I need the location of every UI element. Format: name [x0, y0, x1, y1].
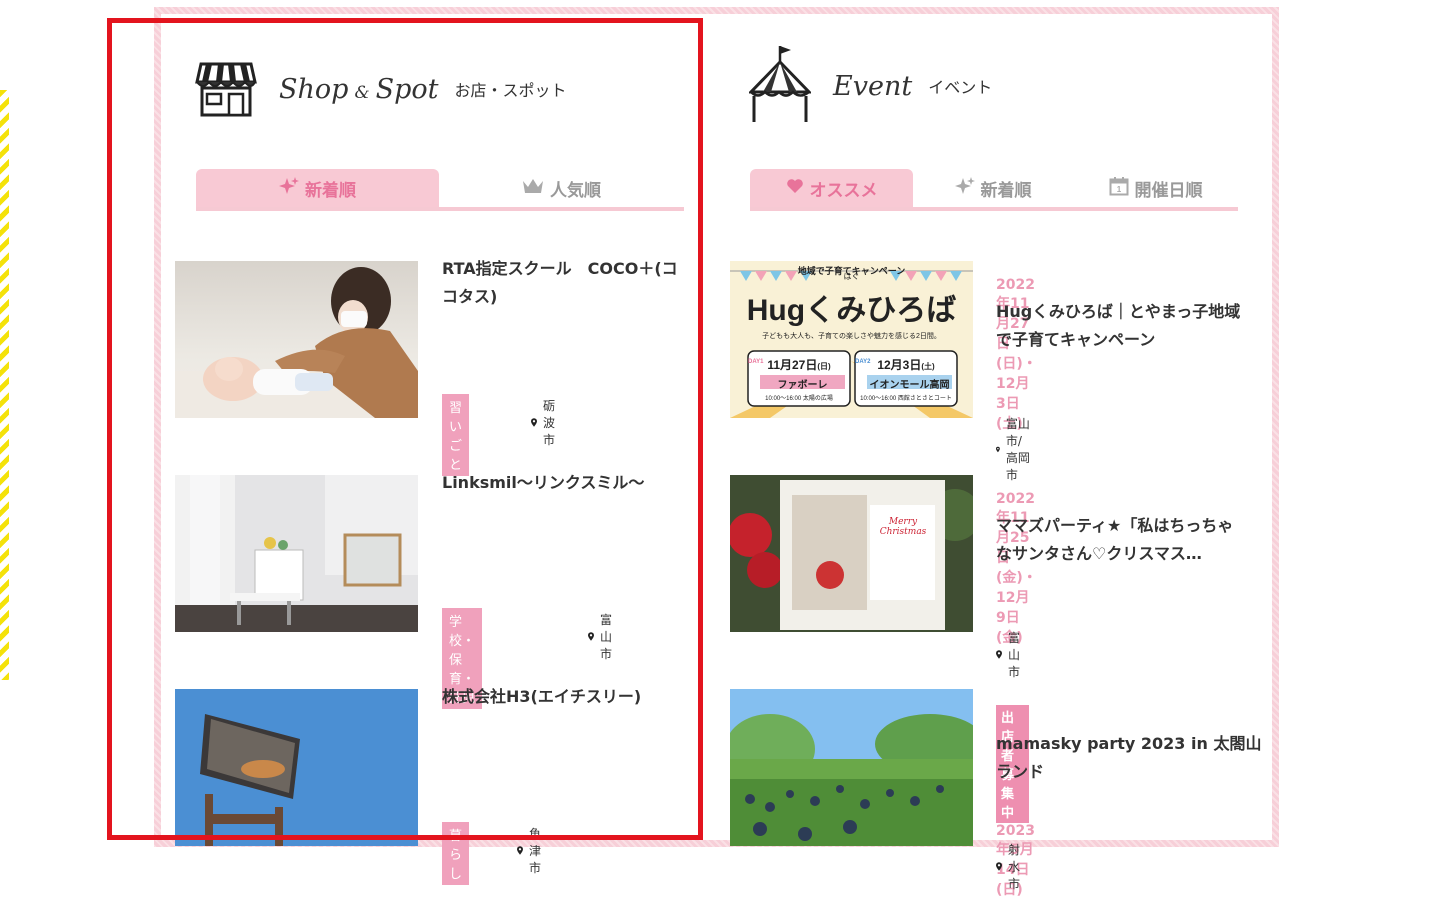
event-item-title[interactable]: ママズパーティ★「私はちっちゃなサンタさん♡クリスマス… [996, 512, 1246, 568]
location: 射水市 [996, 841, 1026, 892]
calendar-icon: 1 [1109, 176, 1129, 201]
category-tag[interactable]: 習いごと [442, 394, 470, 476]
event-item-title[interactable]: Hugくみひろば｜とやまっ子地域で子育てキャンペーン [996, 298, 1246, 354]
svg-text:1: 1 [1116, 185, 1121, 194]
shop-heading: Shop & Spot お店・スポット [195, 56, 566, 122]
sparkle-icon [279, 176, 299, 201]
event-item-title[interactable]: mamasky party 2023 in 太閤山ランド [996, 730, 1262, 786]
tab-label: 新着順 [980, 180, 1032, 201]
map-pin-icon [996, 446, 1000, 452]
map-pin-icon [996, 862, 1002, 871]
poster-card-text: Merry Christmas [879, 517, 927, 537]
tent-icon [747, 44, 813, 128]
event-heading: Event イベント [747, 44, 993, 128]
shop-item-title[interactable]: RTA指定スクール COCO＋(ココタス) [442, 255, 692, 311]
heart-icon [786, 178, 804, 199]
map-pin-icon [588, 632, 594, 641]
tab-label: 人気順 [550, 180, 601, 201]
shop-title-en: Shop & Spot [279, 73, 439, 105]
location-text: 射水市 [1008, 843, 1021, 891]
location-text: 富山市 [1008, 631, 1021, 679]
tab-shop-newest[interactable]: 新着順 [196, 169, 439, 207]
shop-thumbnail[interactable] [175, 689, 418, 846]
location: 富山市 [588, 611, 618, 662]
shop-thumbnail[interactable] [175, 261, 418, 418]
tab-label: 開催日順 [1134, 180, 1203, 201]
event-poster-text: 地域で子育てキャンペーン はぐ Hugくみひろば 子どもも大人も、子育ての楽しさ… [746, 266, 957, 402]
event-thumbnail[interactable]: Merry Christmas [730, 475, 973, 632]
shop-thumbnail[interactable] [175, 475, 418, 632]
map-pin-icon [517, 846, 523, 855]
location: 魚津市 [517, 825, 547, 876]
event-thumbnail[interactable] [730, 689, 973, 846]
content-frame: Shop & Spot お店・スポット 新着順 人気順 RTA指定スクール CO… [154, 7, 1279, 898]
location-text: 富山市 [600, 613, 613, 661]
shop-title-jp: お店・スポット [454, 81, 567, 100]
map-pin-icon [996, 650, 1002, 659]
event-tabs: オススメ 新着順 1 開催日順 [750, 169, 1238, 211]
location-text: 富山市/高岡市 [1005, 417, 1030, 482]
decorative-stripes [0, 90, 9, 680]
event-title-en: Event [833, 70, 913, 102]
tab-event-by-date[interactable]: 1 開催日順 [1073, 169, 1238, 207]
event-title-jp: イベント [928, 78, 993, 97]
tab-event-recommended[interactable]: オススメ [750, 169, 913, 207]
tab-event-newest[interactable]: 新着順 [913, 169, 1073, 207]
map-pin-icon [531, 418, 537, 427]
location: 富山市/高岡市 [996, 415, 1030, 483]
sparkle-icon [954, 176, 975, 201]
tab-shop-popular[interactable]: 人気順 [439, 169, 684, 207]
shop-item-title[interactable]: 株式会社H3(エイチスリー) [442, 683, 692, 711]
tab-label: オススメ [809, 180, 878, 201]
shop-tabs: 新着順 人気順 [196, 169, 684, 211]
location-text: 魚津市 [529, 827, 542, 875]
category-tag[interactable]: 暮らし [442, 822, 470, 885]
event-thumbnail[interactable]: 地域で子育てキャンペーン はぐ Hugくみひろば 子どもも大人も、子育ての楽しさ… [730, 261, 973, 418]
shop-icon [195, 56, 257, 122]
tab-label: 新着順 [305, 180, 356, 201]
crown-icon [522, 177, 544, 200]
shop-item-title[interactable]: Linksmil〜リンクスミル〜 [442, 469, 692, 497]
location: 富山市 [996, 629, 1026, 680]
location: 砺波市 [531, 397, 561, 448]
location-text: 砺波市 [543, 399, 556, 447]
